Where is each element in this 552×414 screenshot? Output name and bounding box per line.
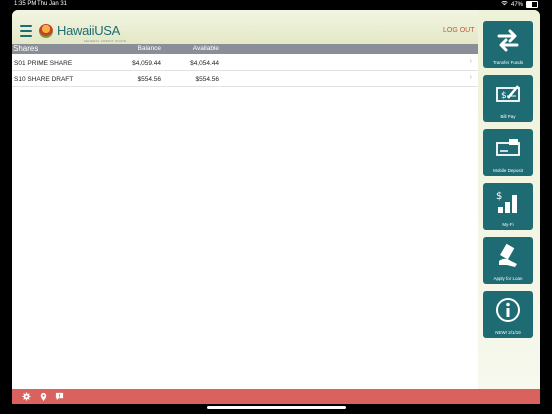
battery-icon xyxy=(526,1,538,8)
logo-subtitle: FEDERAL CREDIT UNION xyxy=(84,39,127,43)
wifi-icon xyxy=(501,0,508,8)
status-day: Thu Jan 31 xyxy=(37,1,68,7)
column-balance: Balance xyxy=(137,45,162,52)
info-icon xyxy=(496,298,520,322)
hand-money-icon xyxy=(499,243,517,267)
chat-icon[interactable] xyxy=(55,392,64,401)
account-available: $554.56 xyxy=(195,76,220,83)
footer-bar xyxy=(12,389,540,404)
logout-button[interactable]: LOG OUT xyxy=(443,27,475,34)
section-title: Shares xyxy=(13,44,39,53)
hamburger-menu-icon[interactable] xyxy=(20,25,32,37)
logo-text: HawaiiUSA xyxy=(57,23,121,38)
account-name: S10 SHARE DRAFT xyxy=(14,76,74,83)
home-indicator[interactable] xyxy=(207,406,346,409)
table-header: Shares Balance Available xyxy=(12,44,478,54)
status-bar: 1:35 PM Thu Jan 31 47% xyxy=(0,0,552,10)
status-right: 47% xyxy=(501,0,538,8)
quick-actions-sidebar: Transfer Funds $ Bill Pay Mobile Deposit… xyxy=(478,10,540,389)
tile-label: Mobile Deposit xyxy=(493,168,523,173)
tile-label: My-Fi xyxy=(502,222,514,227)
table-row[interactable]: S01 PRIME SHARE $4,059.44 $4,054.44 › xyxy=(12,55,478,71)
transfer-funds-button[interactable]: Transfer Funds xyxy=(483,21,533,68)
mobile-deposit-button[interactable]: Mobile Deposit xyxy=(483,129,533,176)
account-available: $4,054.44 xyxy=(190,60,219,67)
mobile-deposit-check-icon xyxy=(496,139,520,156)
app-header: HawaiiUSA FEDERAL CREDIT UNION LOG OUT xyxy=(12,10,478,44)
tile-label: Transfer Funds xyxy=(492,60,524,65)
battery-percent: 47% xyxy=(510,1,523,8)
chevron-right-icon: › xyxy=(469,74,472,81)
location-pin-icon[interactable] xyxy=(39,392,48,401)
my-fi-button[interactable]: $ My-Fi xyxy=(483,183,533,230)
svg-text:$: $ xyxy=(496,191,502,202)
settings-icon[interactable] xyxy=(22,392,31,401)
svg-text:$: $ xyxy=(501,91,507,101)
dollar-bar-chart-icon: $ xyxy=(496,191,517,213)
tile-label: Bill Pay xyxy=(500,114,516,119)
chevron-right-icon: › xyxy=(469,58,472,65)
apply-for-loan-button[interactable]: Apply for Loan xyxy=(483,237,533,284)
bill-pay-button[interactable]: $ Bill Pay xyxy=(483,75,533,122)
account-name: S01 PRIME SHARE xyxy=(14,60,73,67)
status-time: 1:35 PM xyxy=(14,1,37,7)
column-available: Available xyxy=(192,45,219,52)
logo-sun-icon xyxy=(39,24,53,38)
tile-label: NEW! 2/1/19 xyxy=(495,330,521,335)
account-balance: $554.56 xyxy=(137,76,162,83)
account-balance: $4,059.44 xyxy=(132,60,161,67)
transfer-arrows-icon xyxy=(497,29,519,52)
new-info-button[interactable]: NEW! 2/1/19 xyxy=(483,291,533,338)
tile-label: Apply for Loan xyxy=(493,276,523,281)
app-screen: HawaiiUSA FEDERAL CREDIT UNION LOG OUT S… xyxy=(12,10,540,404)
table-row[interactable]: S10 SHARE DRAFT $554.56 $554.56 › xyxy=(12,71,478,87)
bill-pay-check-icon: $ xyxy=(496,85,520,102)
